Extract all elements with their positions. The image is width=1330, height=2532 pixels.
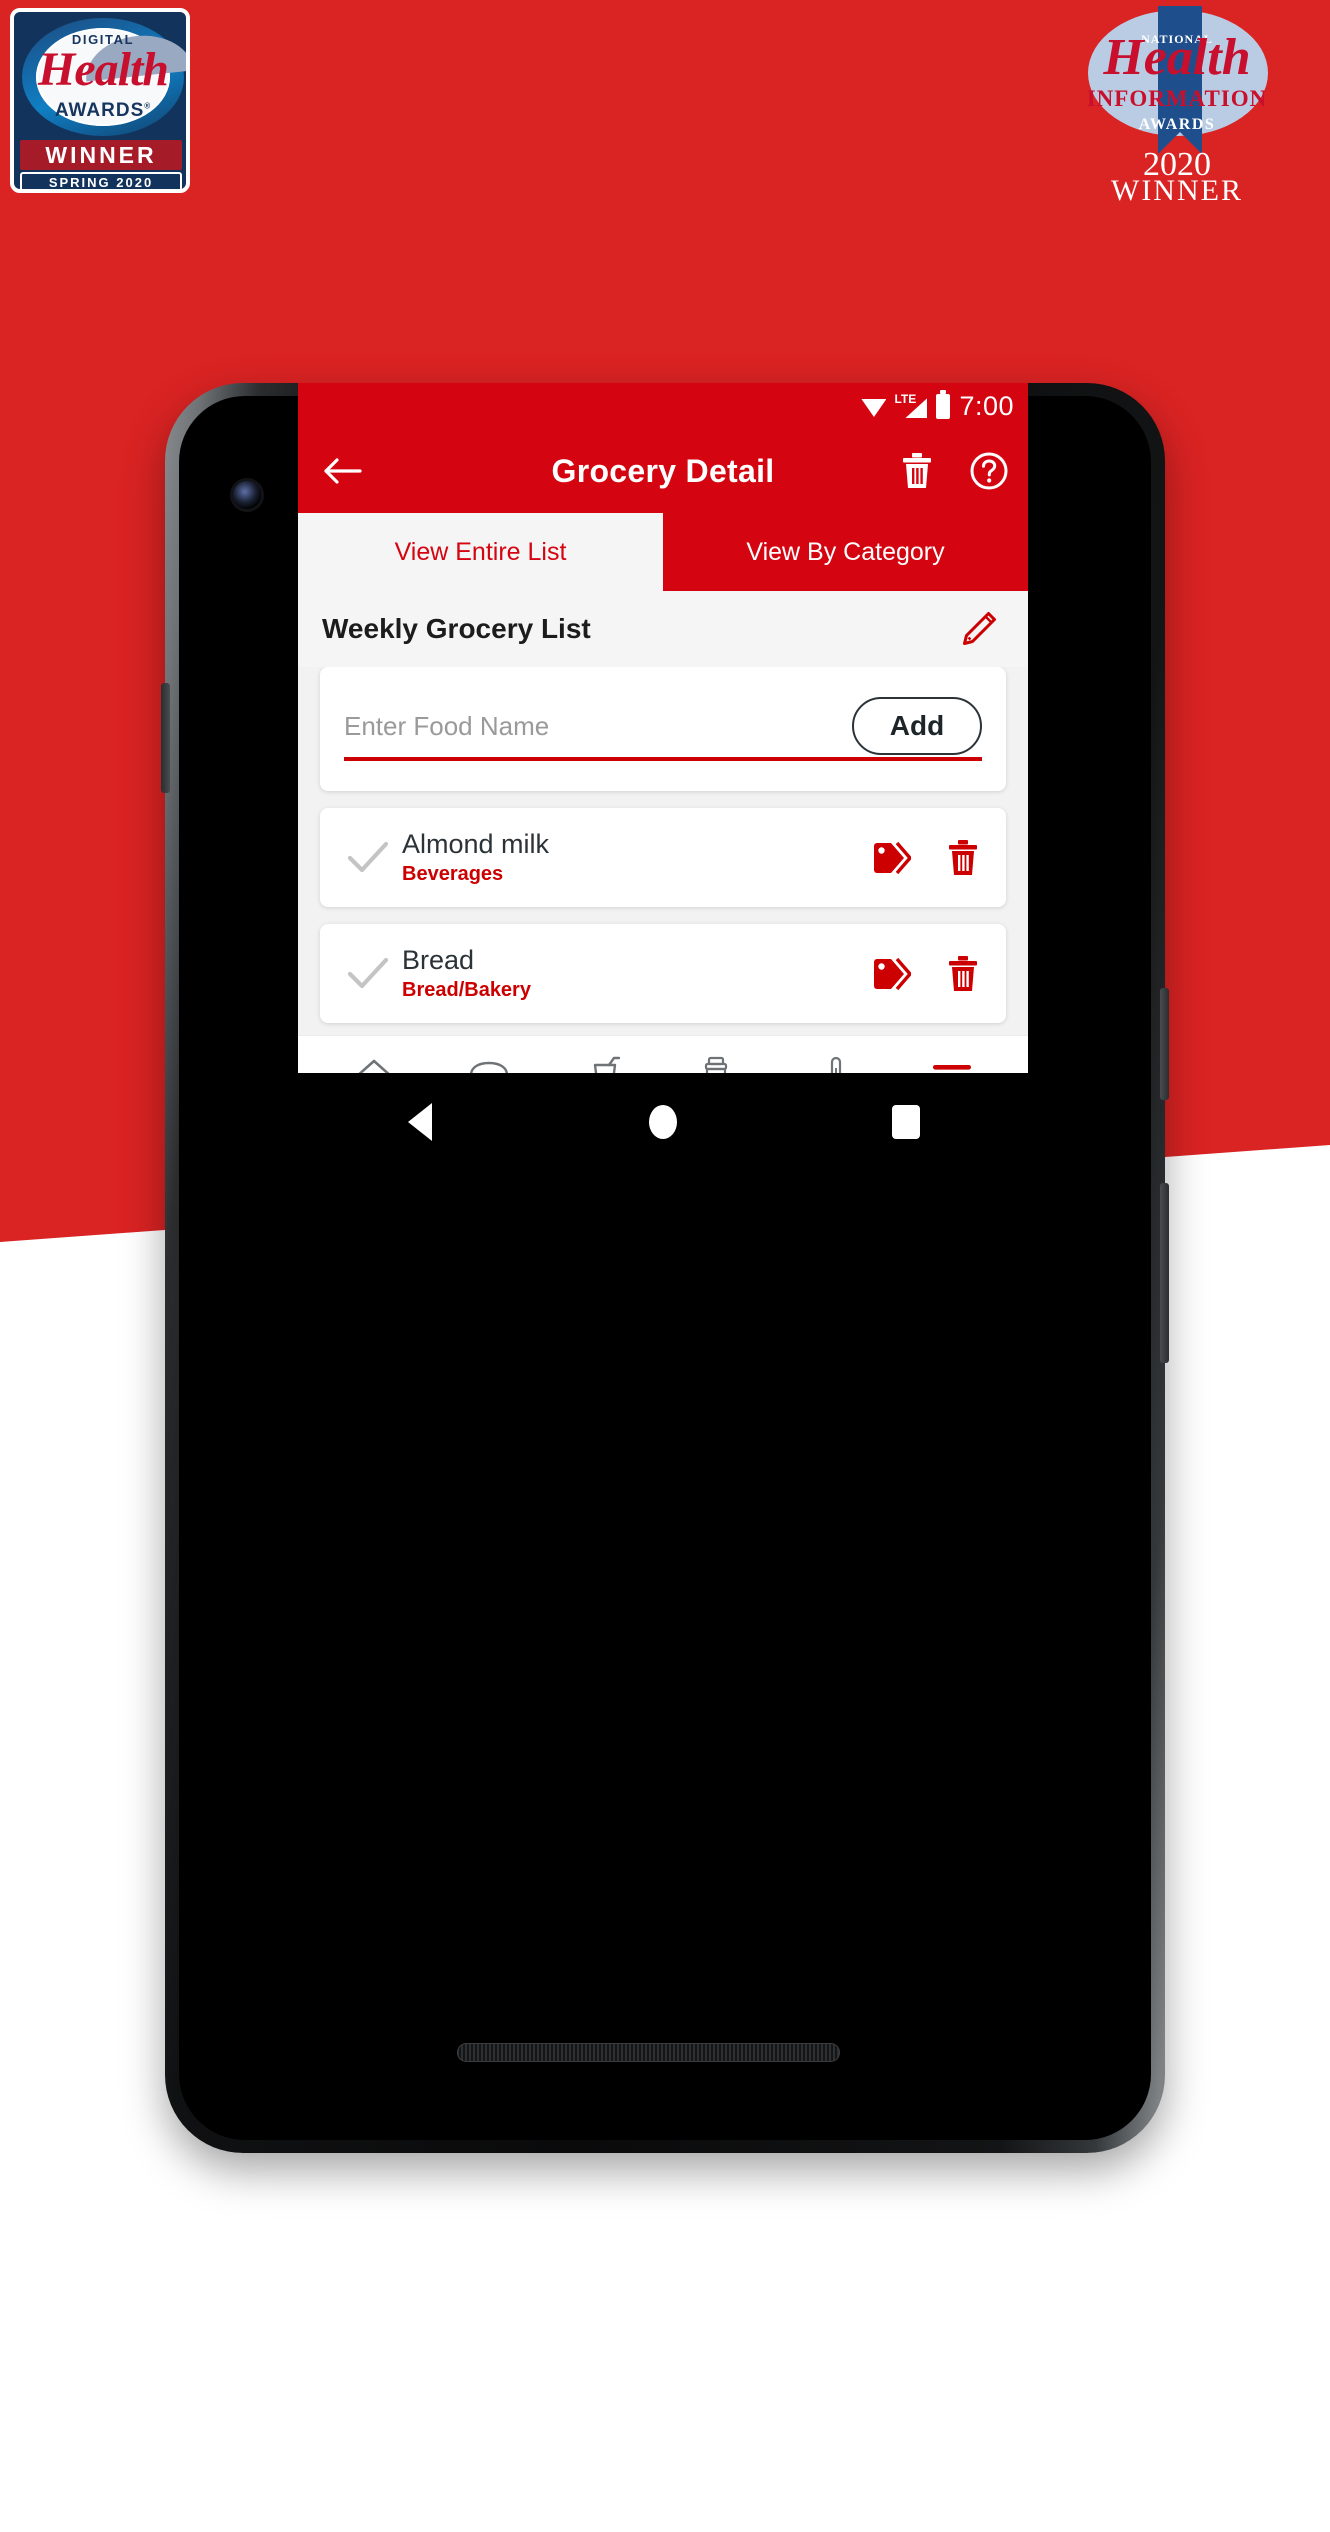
back-arrow-icon[interactable] (320, 448, 366, 494)
pencil-edit-icon[interactable] (956, 606, 1002, 652)
add-button[interactable]: Add (852, 697, 982, 755)
status-time: 7:00 (959, 390, 1014, 421)
dha-registered-mark: ® (144, 101, 152, 111)
nhia-winner-text: WINNER (1111, 174, 1243, 207)
nhia-awards-text: AWARDS (1138, 116, 1216, 133)
tab-view-entire-list[interactable]: View Entire List (298, 513, 663, 591)
lte-label: LTE (894, 392, 917, 406)
checkmark-icon[interactable] (340, 955, 396, 993)
list-item-actions (870, 837, 984, 879)
bottom-speaker (457, 2043, 840, 2062)
checkmark-icon[interactable] (340, 839, 396, 877)
status-bar: LTE 7:00 (298, 383, 1028, 429)
national-health-information-awards-badge: NATIONAL Health INFORMATION AWARDS 2020 … (1042, 6, 1312, 207)
list-item-category: Bread/Bakery (402, 978, 531, 1001)
volume-button[interactable] (1160, 1183, 1169, 1363)
list-item[interactable]: Bread Bread/Bakery (320, 924, 1006, 1023)
trash-icon[interactable] (896, 450, 938, 492)
list-header: Weekly Grocery List (298, 591, 1028, 667)
bottom-navigation-bar (298, 1035, 1028, 1073)
add-food-card: Add (320, 667, 1006, 791)
dha-awards-label: AWARDS (54, 100, 145, 121)
list-item-actions (870, 953, 984, 995)
drink-glass-icon[interactable] (574, 1050, 636, 1073)
sandwich-food-icon[interactable] (458, 1050, 520, 1073)
front-camera-icon (233, 481, 261, 509)
medication-icon[interactable] (690, 1050, 752, 1073)
thermometer-icon[interactable] (805, 1050, 867, 1073)
dha-health-text: Health (37, 43, 169, 96)
wifi-icon (861, 398, 887, 417)
android-home-icon[interactable] (628, 1092, 698, 1152)
list-item-text: Bread Bread/Bakery (396, 945, 870, 1001)
list-item-name: Bread (402, 945, 475, 976)
lte-signal-icon: LTE (894, 392, 928, 419)
nhia-information-text: INFORMATION (1086, 86, 1268, 111)
tag-icon[interactable] (870, 953, 912, 995)
grocery-list-body[interactable]: Add Almond milk Beverages (298, 667, 1028, 1073)
phone-mockup: LTE 7:00 Grocery Detail View Entire List… (161, 383, 1169, 2153)
hamburger-menu-icon[interactable] (921, 1050, 983, 1074)
dha-oval: DIGITAL Health AWARDS® (22, 18, 186, 136)
list-item-name: Almond milk (402, 829, 550, 860)
delete-item-icon[interactable] (942, 953, 984, 995)
app-screen: LTE 7:00 Grocery Detail View Entire List… (298, 383, 1028, 1073)
nhia-health-text: Health (1103, 29, 1251, 86)
tag-icon[interactable] (870, 837, 912, 879)
dha-term-banner: SPRING 2020 (20, 172, 182, 189)
power-button[interactable] (1160, 988, 1169, 1100)
help-circle-icon[interactable] (968, 450, 1010, 492)
android-back-icon[interactable] (385, 1092, 455, 1152)
list-title: Weekly Grocery List (322, 613, 591, 644)
dha-winner-banner: WINNER (20, 140, 182, 170)
tab-view-by-category[interactable]: View By Category (663, 513, 1028, 591)
app-bar-actions (896, 450, 1010, 492)
list-item[interactable]: Almond milk Beverages (320, 808, 1006, 907)
left-side-nub (161, 683, 170, 793)
android-recents-icon[interactable] (871, 1092, 941, 1152)
delete-item-icon[interactable] (942, 837, 984, 879)
food-name-input[interactable] (344, 710, 764, 742)
dha-awards-text: AWARDS® (22, 100, 184, 122)
list-item-text: Almond milk Beverages (396, 829, 870, 885)
list-item-category: Beverages (402, 862, 504, 885)
input-underline (344, 757, 982, 761)
tab-bar: View Entire List View By Category (298, 513, 1028, 591)
battery-icon (936, 389, 951, 419)
android-system-navigation (298, 1073, 1028, 1171)
home-icon[interactable] (343, 1050, 405, 1073)
digital-health-awards-badge: DIGITAL Health AWARDS® WINNER SPRING 202… (10, 8, 190, 193)
status-bar-icons: LTE 7:00 (861, 383, 1014, 429)
app-bar: Grocery Detail (298, 429, 1028, 513)
add-food-row: Add (344, 697, 982, 755)
